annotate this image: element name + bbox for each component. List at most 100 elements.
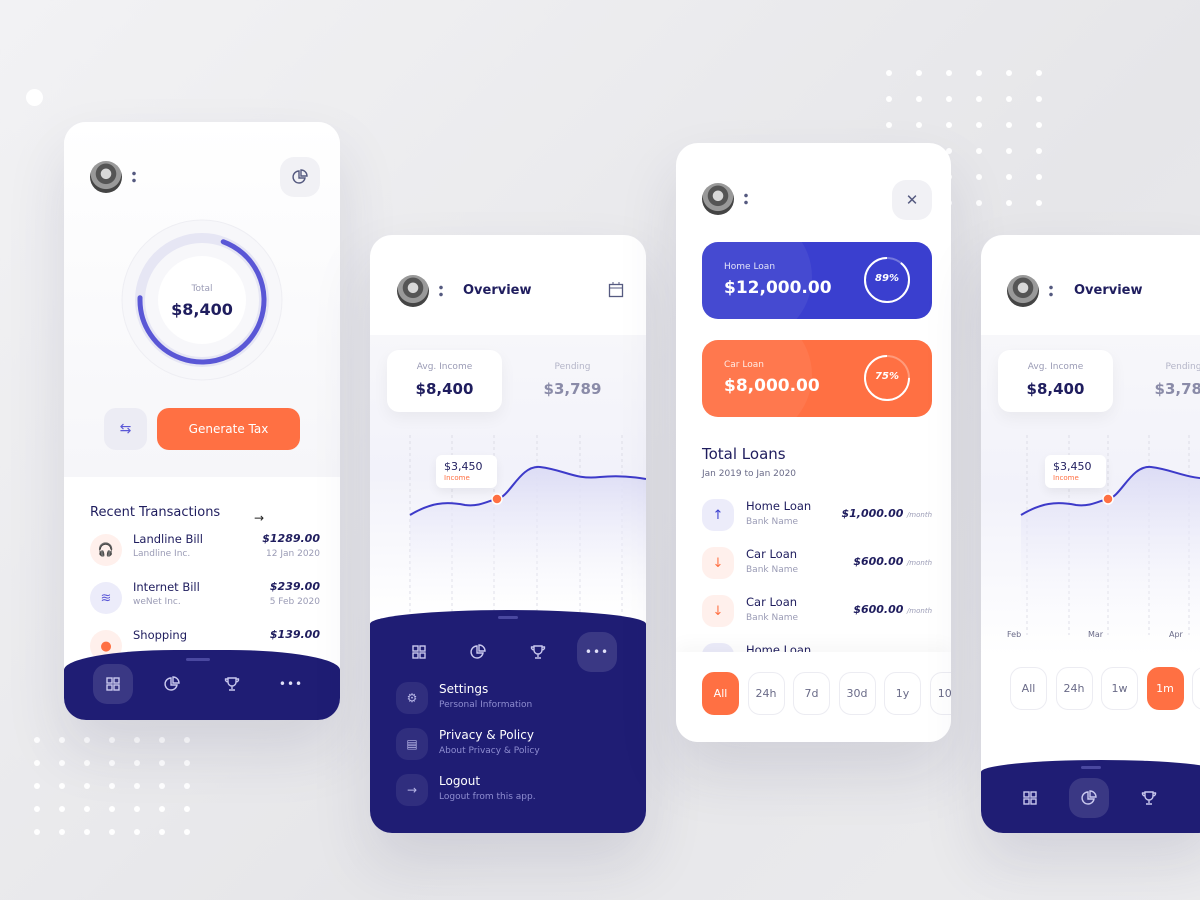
tooltip-label: Income bbox=[444, 474, 470, 482]
filter-7d[interactable]: 7d bbox=[793, 672, 830, 715]
bottom-nav bbox=[981, 760, 1200, 833]
filter-1m[interactable]: 1m bbox=[1146, 667, 1184, 710]
transaction-amount: $1289.00 bbox=[262, 532, 320, 545]
loan-amount: $1,000.00 bbox=[841, 507, 904, 520]
filter-1w[interactable]: 1w bbox=[1101, 667, 1138, 710]
filter-24h[interactable]: 24h bbox=[747, 672, 785, 715]
avatar[interactable] bbox=[90, 161, 122, 193]
chart-tooltip: $3,450 Income bbox=[1045, 455, 1106, 488]
close-button[interactable]: ✕ bbox=[892, 180, 932, 220]
generate-tax-button[interactable]: Generate Tax bbox=[157, 408, 300, 450]
loan-item[interactable]: ↓ Car Loan Bank Name $600.00 /month bbox=[676, 547, 951, 591]
see-all-arrow-icon[interactable]: → bbox=[254, 511, 264, 525]
tooltip-value: $3,450 bbox=[1053, 460, 1092, 473]
transaction-name: Shopping bbox=[133, 628, 188, 642]
avatar[interactable] bbox=[397, 275, 429, 307]
nav-trophy-button[interactable] bbox=[1129, 778, 1169, 818]
loan-card-1[interactable]: Car Loan $8,000.00 75% bbox=[702, 340, 932, 417]
menu-item-privacy[interactable]: ▤ Privacy & Policy About Privacy & Polic… bbox=[396, 726, 626, 762]
nav-grid-button[interactable] bbox=[93, 664, 133, 704]
loan-card-amount: $12,000.00 bbox=[724, 278, 832, 298]
loan-name: Car Loan bbox=[746, 547, 798, 561]
menu-item-logout[interactable]: → Logout Logout from this app. bbox=[396, 772, 626, 808]
more-vertical-icon[interactable] bbox=[439, 284, 443, 298]
loan-amount-wrap: $600.00 /month bbox=[853, 555, 932, 568]
avg-income-card[interactable]: Avg. Income $8,400 bbox=[998, 350, 1113, 412]
more-vertical-icon[interactable] bbox=[744, 192, 748, 206]
transaction-item[interactable]: 🎧 Landline Bill Landline Inc. $1289.00 1… bbox=[64, 532, 340, 576]
transaction-name: Landline Bill bbox=[133, 532, 203, 546]
filter-All[interactable]: All bbox=[1010, 667, 1047, 710]
nav-pie-chart-button[interactable] bbox=[458, 632, 498, 672]
trophy-icon bbox=[224, 677, 240, 691]
filter-more[interactable] bbox=[1192, 667, 1200, 710]
filter-24h[interactable]: 24h bbox=[1055, 667, 1093, 710]
loan-card-percent: 89% bbox=[875, 273, 899, 284]
loan-amount-wrap: $600.00 /month bbox=[853, 603, 932, 616]
nav-pie-chart-button[interactable] bbox=[152, 664, 192, 704]
month-label: Feb bbox=[1007, 630, 1022, 639]
menu-item-subtitle: Personal Information bbox=[439, 700, 533, 710]
avg-income-label: Avg. Income bbox=[1027, 362, 1084, 372]
total-loans-title: Total Loans bbox=[702, 445, 786, 463]
page-title: Overview bbox=[1074, 283, 1143, 298]
swap-button[interactable]: ⇆ bbox=[104, 408, 147, 450]
nav-trophy-button[interactable] bbox=[212, 664, 252, 704]
pending-card[interactable]: Pending $3,789 bbox=[1126, 350, 1200, 412]
nav-trophy-button[interactable] bbox=[518, 632, 558, 672]
more-vertical-icon[interactable] bbox=[1049, 284, 1053, 298]
more-vertical-icon[interactable] bbox=[132, 170, 136, 184]
avatar[interactable] bbox=[702, 183, 734, 215]
menu-panel: ••• ⚙ Settings Personal Information ▤ Pr… bbox=[370, 610, 646, 833]
headset-icon: 🎧 bbox=[90, 534, 122, 566]
total-value: $8,400 bbox=[171, 300, 233, 319]
income-chart bbox=[409, 435, 646, 615]
pending-card[interactable]: Pending $3,789 bbox=[515, 350, 630, 412]
pending-label: Pending bbox=[1165, 362, 1200, 372]
trophy-icon bbox=[1141, 791, 1157, 805]
drag-handle[interactable] bbox=[186, 658, 210, 661]
more-icon: ••• bbox=[278, 677, 304, 691]
chart-point[interactable] bbox=[1102, 493, 1114, 505]
transaction-date: 5 Feb 2020 bbox=[269, 597, 320, 607]
filter-30d[interactable]: 30d bbox=[838, 672, 876, 715]
avatar[interactable] bbox=[1007, 275, 1039, 307]
chart-point[interactable] bbox=[491, 493, 503, 505]
menu-item-title: Privacy & Policy bbox=[439, 728, 534, 742]
nav-more-button[interactable]: ••• bbox=[271, 664, 311, 704]
avg-income-value: $8,400 bbox=[415, 380, 474, 398]
transaction-amount: $139.00 bbox=[269, 628, 320, 641]
filter-10y[interactable]: 10y bbox=[929, 672, 951, 715]
loan-period: /month bbox=[906, 607, 932, 615]
wifi-icon: ≋ bbox=[90, 582, 122, 614]
loan-item[interactable]: ↓ Car Loan Bank Name $600.00 /month bbox=[676, 595, 951, 639]
filter-All[interactable]: All bbox=[702, 672, 739, 715]
avg-income-card[interactable]: Avg. Income $8,400 bbox=[387, 350, 502, 412]
filter-1y[interactable]: 1y bbox=[884, 672, 921, 715]
nav-more-button[interactable]: ••• bbox=[577, 632, 617, 672]
screen-total: Total $8,400 ⇆ Generate Tax Recent Trans… bbox=[64, 122, 340, 720]
nav-pie-chart-button[interactable] bbox=[1069, 778, 1109, 818]
drag-handle[interactable] bbox=[1081, 766, 1101, 769]
menu-item-settings[interactable]: ⚙ Settings Personal Information bbox=[396, 680, 626, 716]
menu-item-subtitle: Logout from this app. bbox=[439, 792, 536, 802]
loan-bank: Bank Name bbox=[746, 517, 799, 527]
arrow-up-icon: ↑ bbox=[702, 499, 734, 531]
transaction-item[interactable]: ≋ Internet Bill weNet Inc. $239.00 5 Feb… bbox=[64, 580, 340, 624]
pending-value: $3,789 bbox=[1154, 380, 1200, 398]
drag-handle[interactable] bbox=[498, 616, 518, 619]
loan-item[interactable]: ↑ Home Loan Bank Name $1,000.00 /month bbox=[676, 499, 951, 543]
swap-icon: ⇆ bbox=[119, 421, 132, 437]
arrow-down-icon: ↓ bbox=[702, 595, 734, 627]
transaction-amount: $239.00 bbox=[269, 580, 320, 593]
tooltip-label: Income bbox=[1053, 474, 1079, 482]
month-label: Apr bbox=[1169, 630, 1183, 639]
pie-chart-button[interactable] bbox=[280, 157, 320, 197]
pie-chart-icon bbox=[1081, 790, 1097, 805]
nav-grid-button[interactable] bbox=[1010, 778, 1050, 818]
loan-card-0[interactable]: Home Loan $12,000.00 89% bbox=[702, 242, 932, 319]
nav-grid-button[interactable] bbox=[399, 632, 439, 672]
page-title: Overview bbox=[463, 283, 532, 298]
calendar-icon[interactable] bbox=[608, 282, 624, 298]
screen-loans: ✕ Home Loan $12,000.00 89% Car Loan $8,0… bbox=[676, 143, 951, 742]
